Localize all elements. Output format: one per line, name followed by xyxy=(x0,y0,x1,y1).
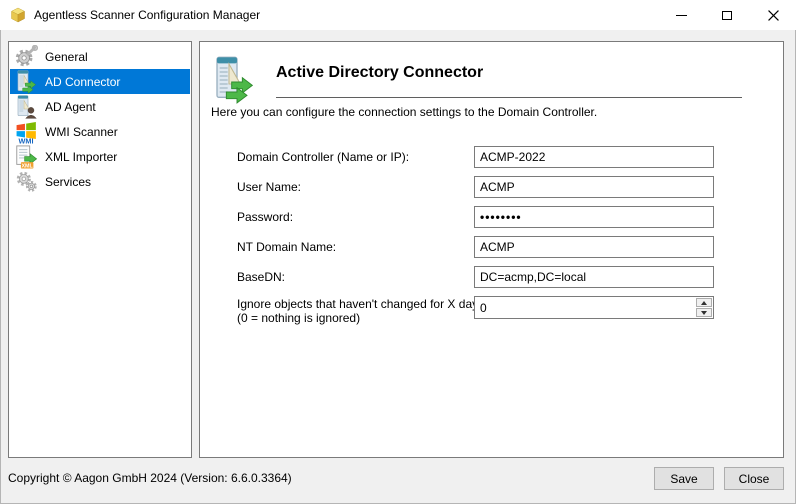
close-button-footer[interactable]: Close xyxy=(724,467,784,490)
server-user-icon xyxy=(13,94,39,119)
gear-wrench-icon xyxy=(13,45,39,69)
sidebar-item-label: XML Importer xyxy=(45,149,118,164)
ignore-days-label: Ignore objects that haven't changed for … xyxy=(237,297,488,325)
sidebar-item-ad-connector[interactable]: AD Connector xyxy=(10,69,190,94)
page-description: Here you can configure the connection se… xyxy=(211,105,598,119)
form-row: NT Domain Name: xyxy=(200,236,783,258)
app-window: { "window": { "title": "Agentless Scanne… xyxy=(0,0,796,504)
sidebar-item-xml-importer[interactable]: XML XML Importer xyxy=(10,144,190,169)
window-controls xyxy=(658,0,796,30)
xml-import-icon: XML xyxy=(13,144,39,169)
sidebar-item-label: Services xyxy=(45,174,92,189)
domain-controller-input[interactable] xyxy=(474,146,714,168)
sidebar-item-services[interactable]: Services xyxy=(10,169,190,194)
nt-domain-name-input[interactable] xyxy=(474,236,714,258)
user-name-input[interactable] xyxy=(474,176,714,198)
spinner-buttons xyxy=(696,298,712,317)
minimize-icon xyxy=(675,14,687,16)
copyright-text: Copyright © Aagon GmbH 2024 (Version: 6.… xyxy=(8,471,292,485)
gears-icon xyxy=(13,170,39,194)
svg-text:XML: XML xyxy=(21,163,33,169)
basedn-input[interactable] xyxy=(474,266,714,288)
main-panel: Active Directory Connector Here you can … xyxy=(199,41,784,458)
server-sync-icon xyxy=(13,69,39,94)
app-icon xyxy=(10,7,26,23)
arrow-up-icon xyxy=(701,300,707,305)
title-divider xyxy=(276,97,742,98)
sidebar-item-label: AD Connector xyxy=(45,74,121,89)
sidebar-item-label: WMI Scanner xyxy=(45,124,118,139)
ignore-days-input[interactable] xyxy=(474,296,714,319)
form-row: Domain Controller (Name or IP): xyxy=(200,146,783,168)
arrow-down-icon xyxy=(701,310,707,315)
maximize-button[interactable] xyxy=(704,0,750,30)
svg-text:WMI: WMI xyxy=(19,136,34,143)
domain-controller-label: Domain Controller (Name or IP): xyxy=(237,150,410,164)
basedn-label: BaseDN: xyxy=(237,270,286,284)
window-title: Agentless Scanner Configuration Manager xyxy=(34,8,261,22)
windows-wmi-icon: WMI xyxy=(13,120,39,144)
form-row: User Name: xyxy=(200,176,783,198)
titlebar: Agentless Scanner Configuration Manager xyxy=(0,0,796,30)
page-title: Active Directory Connector xyxy=(276,64,484,81)
close-button[interactable] xyxy=(750,0,796,30)
sidebar-item-general[interactable]: General xyxy=(10,44,190,69)
save-button[interactable]: Save xyxy=(654,467,714,490)
form-row: BaseDN: xyxy=(200,266,783,288)
sidebar-item-label: AD Agent xyxy=(45,99,96,114)
spinner-up-button[interactable] xyxy=(696,298,712,307)
form-row: Password: xyxy=(200,206,783,228)
user-name-label: User Name: xyxy=(237,180,302,194)
minimize-button[interactable] xyxy=(658,0,704,30)
password-label: Password: xyxy=(237,210,294,224)
sidebar-item-wmi-scanner[interactable]: WMI WMI Scanner xyxy=(10,119,190,144)
nt-domain-name-label: NT Domain Name: xyxy=(237,240,337,254)
ignore-days-spinner xyxy=(474,296,714,319)
sidebar-item-label: General xyxy=(45,49,88,64)
form-row: Ignore objects that haven't changed for … xyxy=(200,296,783,328)
close-icon xyxy=(767,9,779,21)
active-directory-connector-icon xyxy=(211,56,255,104)
spinner-down-button[interactable] xyxy=(696,308,712,317)
sidebar-nav: General AD Connector AD Agent WMI WMI Sc… xyxy=(8,41,192,458)
maximize-icon xyxy=(722,10,732,20)
password-input[interactable] xyxy=(474,206,714,228)
sidebar-item-ad-agent[interactable]: AD Agent xyxy=(10,94,190,119)
